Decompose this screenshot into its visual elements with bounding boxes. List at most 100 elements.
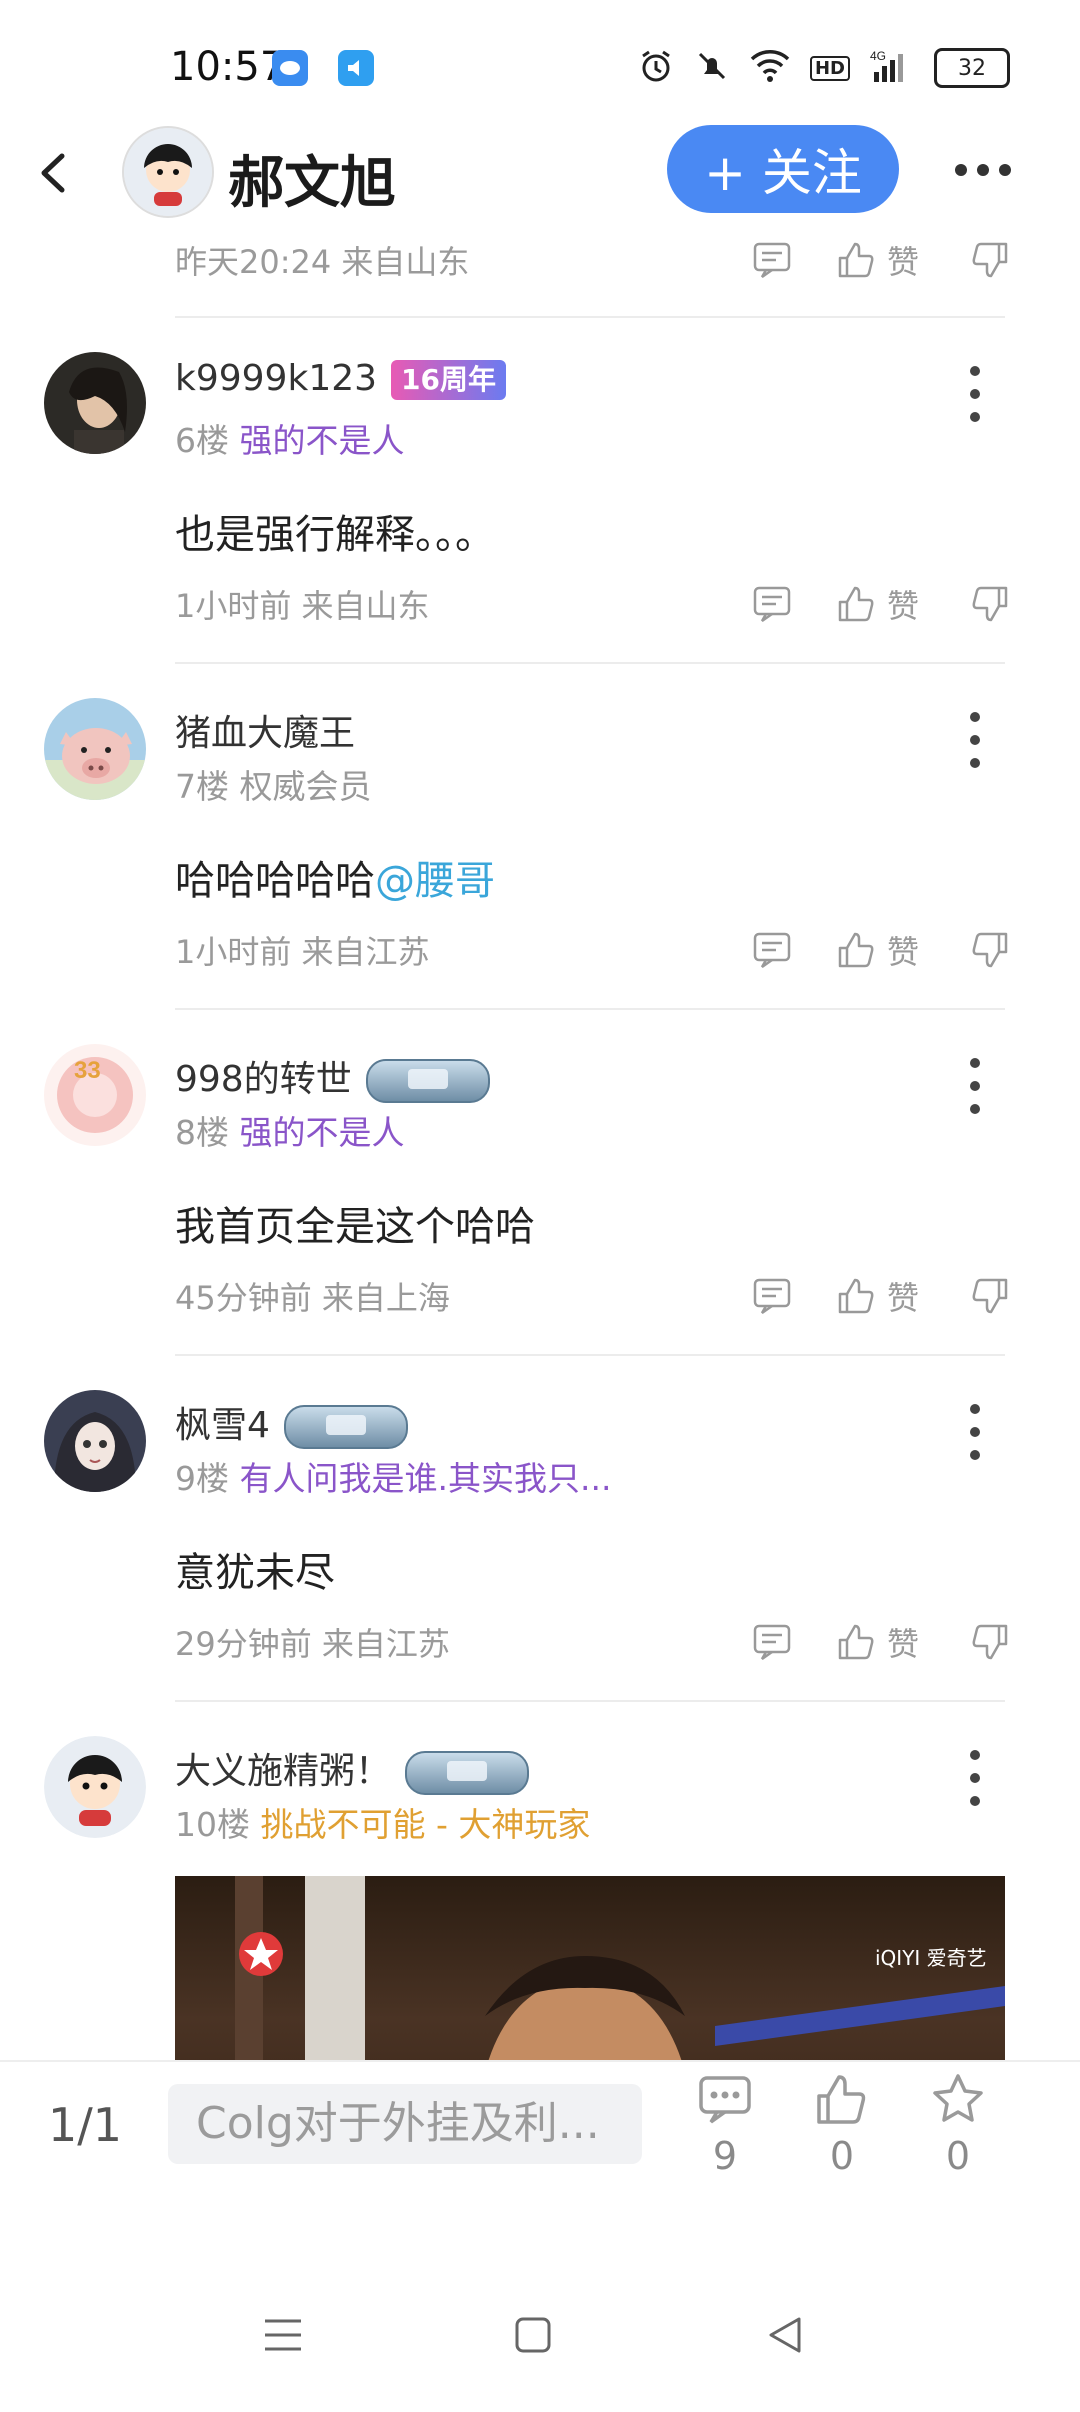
status-bar: 10:57 HD 4G 32: [0, 0, 1080, 130]
like-post-button[interactable]: 0: [797, 2072, 887, 2178]
user-avatar[interactable]: [44, 352, 146, 454]
dot-icon: [970, 366, 980, 376]
username-text: k9999k123: [175, 358, 378, 399]
dot-icon: [970, 1058, 980, 1068]
post-menu-button[interactable]: [965, 1750, 985, 1806]
post-content: 哈哈哈哈哈@腰哥: [175, 848, 495, 906]
dot-icon: [970, 1750, 980, 1760]
dislike-button[interactable]: [965, 235, 1015, 285]
status-right-icons: HD 4G 32: [638, 48, 1010, 88]
username-text: 998的转世: [175, 1059, 352, 1100]
post-menu-button[interactable]: [965, 712, 985, 768]
app-notification-icon: [272, 50, 308, 86]
post-actions: 赞: [747, 920, 1015, 980]
like-button[interactable]: [831, 1617, 881, 1667]
speaker-notification-icon: [338, 50, 374, 86]
back-button[interactable]: [30, 148, 80, 198]
star-icon: [933, 2074, 983, 2122]
more-options-button[interactable]: [955, 150, 1025, 190]
username-text: 猪血大魔王: [175, 713, 356, 754]
meta-row: 1小时前 来自江苏 赞: [175, 920, 1015, 980]
reply-button[interactable]: [747, 925, 797, 975]
dislike-button[interactable]: [965, 1271, 1015, 1321]
post-menu-button[interactable]: [965, 1404, 985, 1460]
comment-bubble-icon: [699, 2076, 751, 2124]
meta-row: 45分钟前 来自上海 赞: [175, 1266, 1015, 1326]
dot-icon: [970, 1081, 980, 1091]
like-button[interactable]: [831, 925, 881, 975]
mute-icon: [694, 48, 730, 88]
dot-icon: [970, 735, 980, 745]
thumbs-up-icon: [838, 586, 874, 622]
follow-label: + 关注: [704, 144, 862, 202]
thumbs-up-icon: [838, 1624, 874, 1660]
username[interactable]: 枫雪4: [175, 1396, 408, 1449]
nav-menu-button[interactable]: [248, 2300, 318, 2370]
dot-icon: [970, 712, 980, 722]
like-button[interactable]: [831, 235, 881, 285]
like-count: 0: [829, 2134, 855, 2178]
dislike-button[interactable]: [965, 1617, 1015, 1667]
back-triangle-icon: [769, 2317, 801, 2353]
user-avatar[interactable]: [44, 1390, 146, 1492]
nav-home-button[interactable]: [498, 2300, 568, 2370]
user-tag: 有人问我是谁.其实我只...: [239, 1459, 612, 1498]
hd-icon: HD: [809, 55, 850, 81]
divider: [175, 1700, 1005, 1702]
reply-button[interactable]: [747, 579, 797, 629]
floor-number: 8楼: [175, 1113, 229, 1152]
post-content-text: 哈哈哈哈哈: [175, 858, 375, 904]
post-menu-button[interactable]: [965, 366, 985, 422]
post-actions: 赞: [747, 1266, 1015, 1326]
username[interactable]: k9999k123 16周年: [175, 358, 506, 400]
dot-icon: [970, 1104, 980, 1114]
username-text: 枫雪4: [175, 1405, 270, 1446]
like-label: 赞: [886, 1279, 919, 1317]
dot-icon: [977, 164, 989, 176]
comment-feed[interactable]: 昨天20:24 来自山东 赞 k9999k123 16周年 6楼 强的不是人 也…: [0, 230, 1080, 2060]
post-time-location: 1小时前 来自江苏: [175, 933, 430, 971]
follow-button[interactable]: + 关注: [667, 125, 899, 213]
level-badge-icon: [365, 1059, 490, 1103]
divider: [175, 662, 1005, 664]
battery-icon: 32: [934, 48, 1010, 88]
reply-button[interactable]: [747, 1617, 797, 1667]
post-media-image[interactable]: iQIYI 爱奇艺: [175, 1876, 1005, 2060]
comments-button[interactable]: 9: [680, 2072, 770, 2178]
floor-number: 9楼: [175, 1459, 229, 1498]
user-mention-link[interactable]: @腰哥: [375, 858, 495, 904]
comment-input[interactable]: Colg对于外挂及利...: [168, 2084, 642, 2164]
username[interactable]: 大义施精粥！: [175, 1742, 530, 1795]
username-text: 大义施精粥！: [175, 1751, 392, 1792]
post-content: 也是强行解释。。。: [175, 512, 495, 558]
reply-button[interactable]: [747, 1271, 797, 1321]
header-avatar[interactable]: [122, 126, 214, 218]
favorite-button[interactable]: 0: [913, 2072, 1003, 2178]
dislike-button[interactable]: [965, 925, 1015, 975]
dislike-button[interactable]: [965, 579, 1015, 629]
username[interactable]: 猪血大魔王: [175, 704, 355, 756]
like-button[interactable]: [831, 579, 881, 629]
dot-icon: [970, 758, 980, 768]
comment-count: 9: [712, 2134, 738, 2178]
user-avatar[interactable]: [44, 1736, 146, 1838]
post-actions: 赞: [747, 1612, 1015, 1672]
post-time-location: 45分钟前 来自上海: [175, 1279, 450, 1317]
user-avatar[interactable]: 33: [44, 1044, 146, 1146]
thumbs-down-icon: [972, 932, 1008, 968]
user-avatar[interactable]: [44, 698, 146, 800]
thumbs-up-icon: [838, 1278, 874, 1314]
page-indicator[interactable]: 1/1: [48, 2098, 122, 2152]
reply-button[interactable]: [747, 235, 797, 285]
thumbs-down-icon: [972, 242, 1008, 278]
wifi-icon: [750, 49, 790, 87]
nav-back-button[interactable]: [750, 2300, 820, 2370]
like-button[interactable]: [831, 1271, 881, 1321]
post-time-location: 29分钟前 来自江苏: [175, 1625, 450, 1663]
username[interactable]: 998的转世: [175, 1050, 490, 1103]
floor-number: 7楼: [175, 767, 229, 806]
comment-icon: [753, 1624, 791, 1661]
comment-icon: [753, 586, 791, 623]
dot-icon: [955, 164, 967, 176]
post-menu-button[interactable]: [965, 1058, 985, 1114]
